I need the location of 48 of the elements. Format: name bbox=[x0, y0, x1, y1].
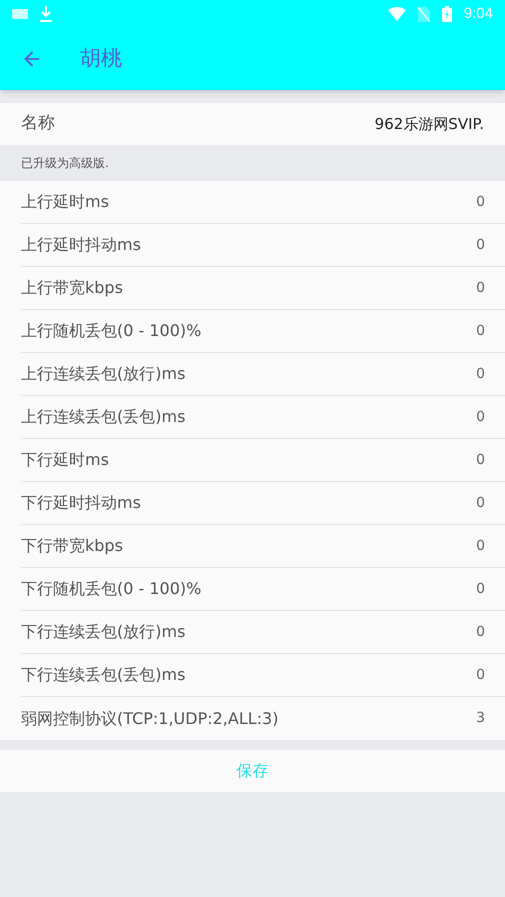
setting-label: 上行连续丢包(丢包)ms bbox=[21, 406, 186, 428]
setting-label: 上行连续丢包(放行)ms bbox=[21, 363, 186, 385]
clock: 9:04 bbox=[464, 4, 493, 24]
setting-value: 0 bbox=[476, 450, 485, 470]
wifi-icon bbox=[388, 7, 406, 21]
setting-row[interactable]: 上行延时抖动ms 0 bbox=[21, 224, 505, 267]
battery-charging-icon bbox=[442, 6, 452, 22]
upgrade-note: 已升级为高级版. bbox=[21, 155, 109, 172]
setting-value: 0 bbox=[476, 408, 485, 426]
setting-row[interactable]: 下行随机丢包(0 - 100)% 0 bbox=[21, 568, 505, 611]
setting-value: 0 bbox=[476, 494, 485, 512]
setting-value: 0 bbox=[476, 666, 485, 684]
setting-row[interactable]: 上行连续丢包(放行)ms 0 bbox=[21, 353, 505, 396]
setting-label: 下行连续丢包(放行)ms bbox=[21, 621, 186, 643]
setting-label: 下行带宽kbps bbox=[21, 535, 124, 557]
setting-label: 下行随机丢包(0 - 100)% bbox=[21, 578, 202, 600]
setting-row[interactable]: 上行延时ms 0 bbox=[21, 181, 505, 224]
setting-label: 弱网控制协议(TCP:1,UDP:2,ALL:3) bbox=[21, 708, 280, 730]
setting-value: 0 bbox=[476, 192, 485, 212]
no-sim-icon bbox=[418, 6, 430, 22]
setting-row[interactable]: 弱网控制协议(TCP:1,UDP:2,ALL:3) 3 bbox=[21, 697, 505, 740]
setting-label: 上行延时抖动ms bbox=[21, 234, 142, 256]
setting-label: 上行延时ms bbox=[21, 191, 110, 213]
setting-value: 0 bbox=[476, 622, 485, 642]
setting-row[interactable]: 下行延时抖动ms 0 bbox=[21, 482, 505, 525]
setting-value: 0 bbox=[476, 536, 485, 556]
setting-row[interactable]: 上行带宽kbps 0 bbox=[21, 267, 505, 310]
setting-value: 0 bbox=[476, 322, 485, 340]
setting-row[interactable]: 下行连续丢包(丢包)ms 0 bbox=[21, 654, 505, 697]
name-label: 名称 bbox=[0, 103, 55, 145]
setting-row[interactable]: 下行连续丢包(放行)ms 0 bbox=[21, 611, 505, 654]
app-title: 胡桃 bbox=[80, 45, 122, 72]
download-icon bbox=[40, 6, 52, 22]
setting-value: 0 bbox=[476, 364, 485, 384]
setting-label: 下行延时ms bbox=[21, 449, 110, 471]
setting-row[interactable]: 上行连续丢包(丢包)ms 0 bbox=[21, 396, 505, 439]
setting-label: 上行带宽kbps bbox=[21, 277, 124, 299]
setting-value: 0 bbox=[476, 236, 485, 254]
setting-label: 上行随机丢包(0 - 100)% bbox=[21, 320, 202, 342]
setting-label: 下行延时抖动ms bbox=[21, 492, 142, 514]
setting-value: 0 bbox=[476, 580, 485, 598]
name-field[interactable]: 962乐游网SVIP. bbox=[55, 103, 505, 145]
setting-value: 0 bbox=[476, 278, 485, 298]
setting-row[interactable]: 下行延时ms 0 bbox=[21, 439, 505, 482]
setting-row[interactable]: 上行随机丢包(0 - 100)% 0 bbox=[21, 310, 505, 353]
setting-row[interactable]: 下行带宽kbps 0 bbox=[21, 525, 505, 568]
setting-label: 下行连续丢包(丢包)ms bbox=[21, 664, 186, 686]
setting-value: 3 bbox=[476, 709, 485, 728]
